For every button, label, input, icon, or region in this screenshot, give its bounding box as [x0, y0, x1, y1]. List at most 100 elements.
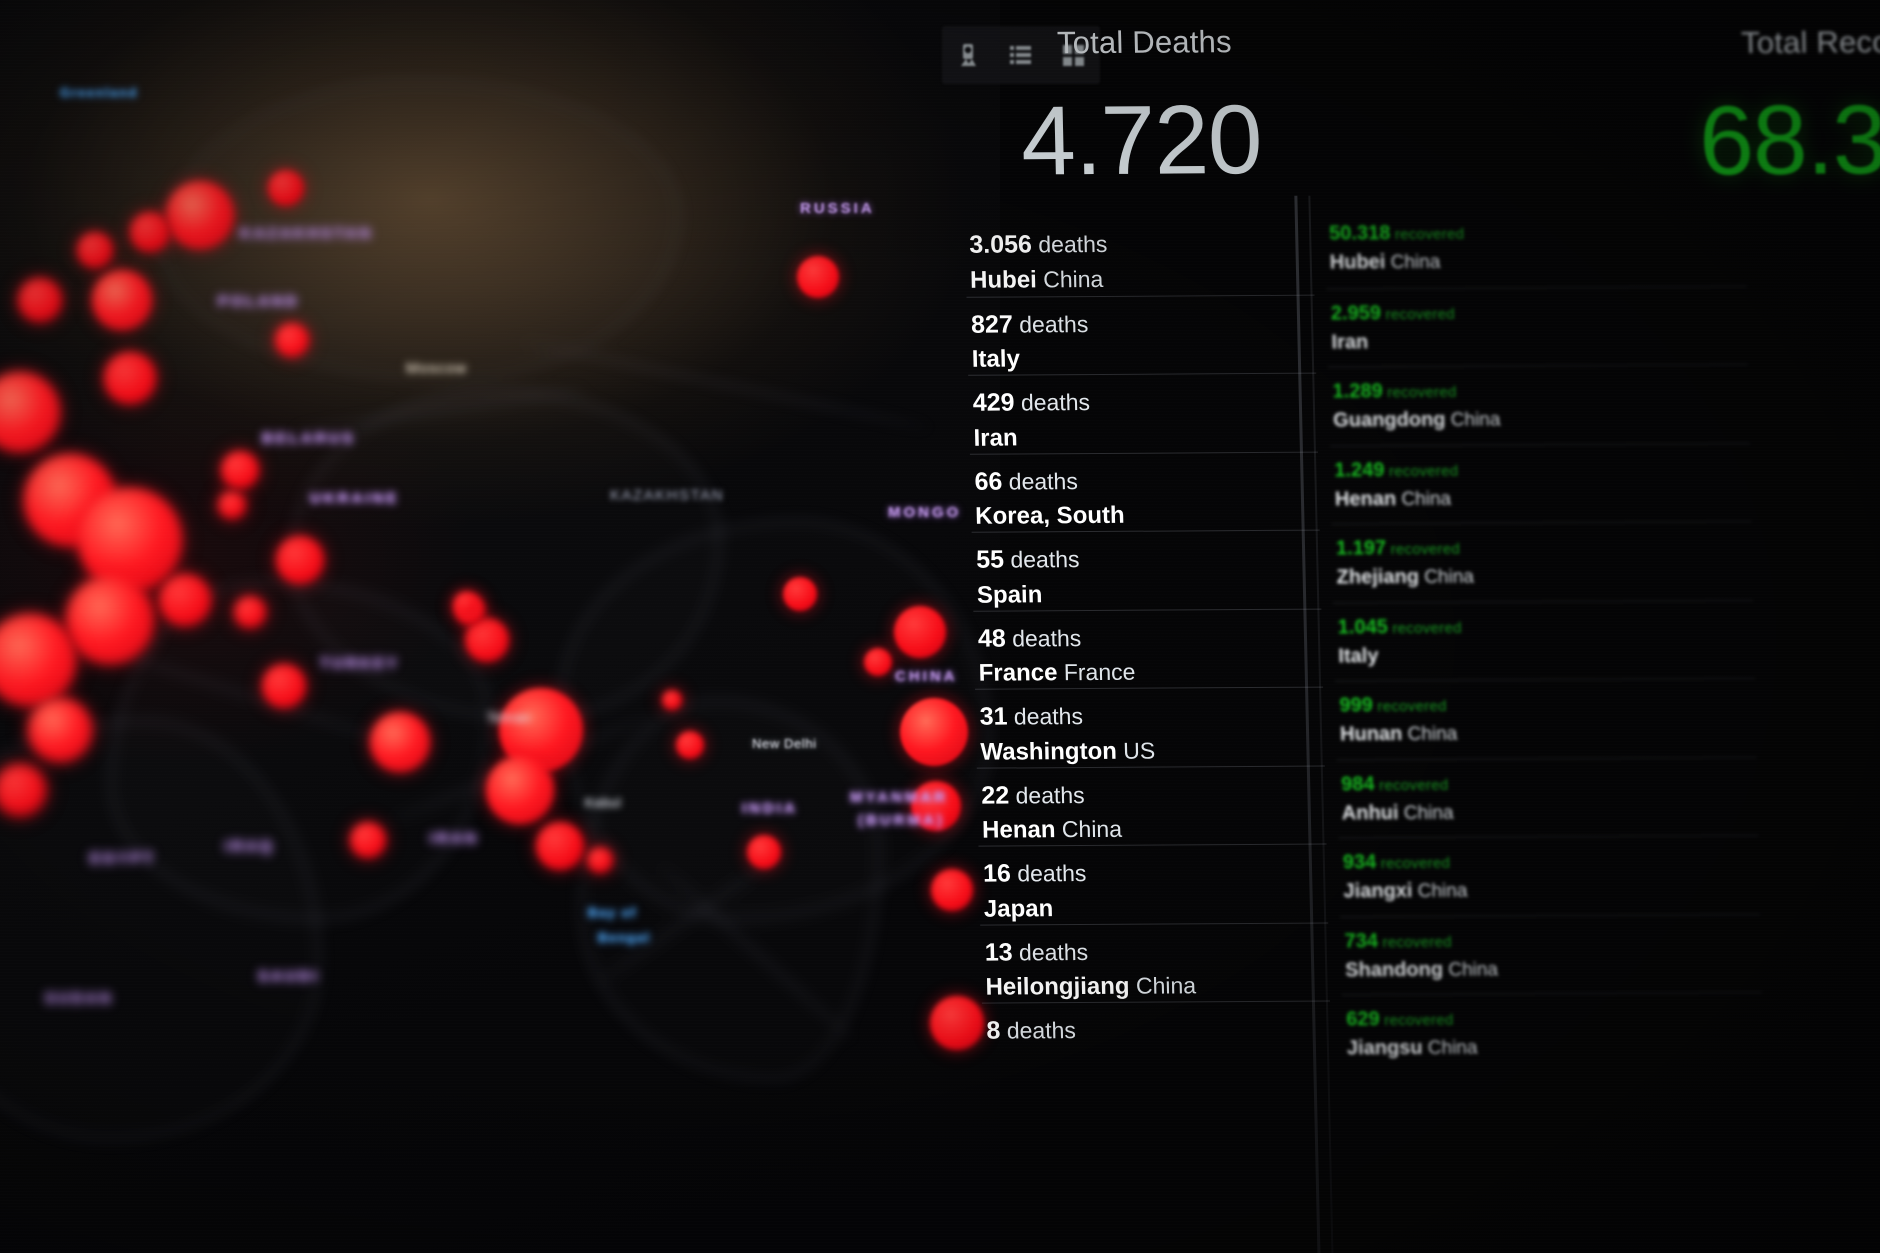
- map-case-marker[interactable]: [218, 491, 246, 519]
- stat-row[interactable]: 8 deaths: [981, 1000, 1332, 1082]
- map-case-marker[interactable]: [276, 536, 324, 584]
- stat-region: China: [1385, 252, 1441, 274]
- map-case-marker[interactable]: [77, 232, 113, 268]
- stat-place: Henan: [981, 816, 1056, 844]
- map-case-marker[interactable]: [268, 170, 304, 206]
- stat-count-line: 827 deaths: [971, 307, 1316, 341]
- map-case-marker[interactable]: [676, 731, 704, 759]
- map-case-marker[interactable]: [159, 574, 211, 626]
- stat-count: 1.249: [1334, 458, 1385, 482]
- map-case-marker[interactable]: [454, 592, 478, 616]
- stat-row[interactable]: 999 recovered Hunan China: [1334, 677, 1757, 759]
- map-case-marker[interactable]: [18, 278, 62, 322]
- stat-region: China: [1395, 488, 1452, 510]
- stat-row[interactable]: 55 deaths Spain: [971, 529, 1322, 611]
- stat-row[interactable]: 13 deaths Heilongjiang China: [980, 922, 1330, 1003]
- world-map[interactable]: RUSSIA MONGO CHINA UKRAINE MYANMAR (BURMA) IND…: [0, 0, 1000, 1253]
- stat-count: 2.959: [1330, 301, 1382, 325]
- map-case-marker[interactable]: [370, 712, 430, 772]
- stat-count-line: 13 deaths: [984, 935, 1329, 969]
- map-case-marker[interactable]: [78, 488, 182, 592]
- stat-unit: recovered: [1379, 1011, 1454, 1030]
- stat-count: 22: [981, 780, 1010, 810]
- map-case-marker[interactable]: [166, 181, 234, 249]
- stat-location-line: France France: [978, 656, 1323, 689]
- stat-row[interactable]: 2.959 recovered Iran: [1326, 285, 1749, 367]
- stat-region: China: [1398, 802, 1454, 824]
- stat-place: Italy: [1338, 644, 1379, 668]
- stat-location-line: Henan China: [1335, 484, 1752, 513]
- map-label: MYANMAR: [850, 789, 948, 806]
- stat-unit: recovered: [1382, 383, 1457, 402]
- stat-row[interactable]: 22 deaths Henan China: [976, 765, 1327, 846]
- stat-row[interactable]: 1.249 recovered Henan China: [1329, 442, 1752, 524]
- map-case-marker[interactable]: [262, 664, 306, 708]
- total-deaths-title: Total Deaths: [1056, 24, 1233, 61]
- stat-row[interactable]: 1.289 recovered Guangdong China: [1328, 364, 1750, 446]
- stat-unit: deaths: [1000, 1017, 1077, 1044]
- stat-location-line: Jiangxi China: [1343, 876, 1760, 905]
- recovered-by-region-list[interactable]: 50.318 recovered Hubei China 2.959 recover…: [1325, 207, 1764, 1073]
- stat-row[interactable]: 1.197 recovered Zhejiang China: [1331, 520, 1754, 603]
- stat-count: 31: [979, 702, 1008, 731]
- map-case-marker[interactable]: [587, 847, 613, 873]
- stat-location-line: Henan China: [982, 813, 1327, 846]
- stat-location-line: [987, 1048, 1331, 1050]
- stat-region: China: [1422, 1037, 1478, 1060]
- stat-location-line: Anhui China: [1342, 798, 1759, 827]
- stat-row[interactable]: 629 recovered Jiangsu China: [1341, 991, 1764, 1073]
- map-case-marker[interactable]: [130, 212, 170, 252]
- stat-row[interactable]: 934 recovered Jiangxi China: [1338, 834, 1761, 916]
- stat-unit: deaths: [1002, 467, 1079, 495]
- stat-location-line: Iran: [1331, 327, 1748, 356]
- stat-unit: deaths: [1014, 389, 1091, 416]
- map-case-marker[interactable]: [234, 596, 266, 628]
- map-case-marker[interactable]: [350, 822, 386, 858]
- stat-place: Washington: [980, 737, 1118, 766]
- stat-unit: recovered: [1384, 462, 1459, 480]
- stat-unit: recovered: [1372, 697, 1447, 716]
- stat-row[interactable]: 827 deaths Italy: [966, 294, 1317, 375]
- stat-row[interactable]: 3.056 deaths Hubei China: [965, 216, 1315, 297]
- stat-region: China: [1412, 880, 1468, 903]
- map-case-marker[interactable]: [486, 756, 554, 824]
- map-case-marker[interactable]: [864, 648, 892, 676]
- map-case-marker[interactable]: [28, 698, 92, 762]
- map-label: (BURMA): [858, 812, 945, 829]
- map-case-marker[interactable]: [797, 256, 839, 298]
- map-case-marker[interactable]: [662, 690, 682, 710]
- stat-count-line: 55 deaths: [976, 543, 1321, 577]
- map-case-marker[interactable]: [275, 323, 309, 357]
- stat-row[interactable]: 1.045 recovered Italy: [1333, 599, 1755, 681]
- map-case-marker[interactable]: [221, 451, 259, 489]
- map-case-marker[interactable]: [66, 576, 154, 664]
- stat-row[interactable]: 48 deaths France France: [973, 608, 1324, 689]
- stat-unit: deaths: [1031, 230, 1108, 258]
- stat-count-line: 934 recovered: [1343, 848, 1760, 876]
- map-label: Bengal: [598, 930, 651, 945]
- stat-row[interactable]: 16 deaths Japan: [978, 843, 1329, 925]
- stat-location-line: Hubei China: [970, 262, 1315, 295]
- map-label: POLAND: [218, 293, 300, 310]
- stat-row[interactable]: 31 deaths Washington US: [975, 686, 1325, 768]
- stat-count: 8: [986, 1016, 1001, 1045]
- stat-row[interactable]: 50.318 recovered Hubei China: [1325, 207, 1747, 288]
- stat-row[interactable]: 734 recovered Shandong China: [1340, 913, 1762, 995]
- deaths-by-region-list[interactable]: 3.056 deaths Hubei China 827 deaths Italy 42…: [965, 216, 1332, 1082]
- stat-region: China: [1442, 959, 1499, 981]
- map-label: KAZAKHSTAN: [610, 487, 724, 504]
- map-case-marker[interactable]: [536, 822, 584, 870]
- stat-row[interactable]: 984 recovered Anhui China: [1336, 756, 1759, 838]
- stat-count: 16: [982, 859, 1012, 888]
- stat-count: 999: [1339, 694, 1374, 717]
- stat-row[interactable]: 429 deaths Iran: [968, 372, 1318, 454]
- stat-row[interactable]: 66 deaths Korea, South: [969, 451, 1320, 532]
- map-case-marker[interactable]: [747, 835, 781, 869]
- stat-count: 629: [1346, 1008, 1380, 1031]
- map-case-marker[interactable]: [104, 352, 156, 404]
- stat-location-line: Italy: [972, 342, 1317, 375]
- map-case-marker[interactable]: [783, 577, 817, 611]
- stat-count-line: 734 recovered: [1344, 926, 1761, 954]
- map-case-marker[interactable]: [92, 270, 152, 330]
- stat-unit: deaths: [1012, 938, 1089, 965]
